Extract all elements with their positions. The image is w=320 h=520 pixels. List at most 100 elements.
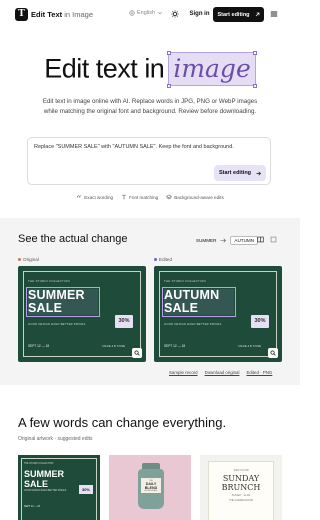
feature-font-matching: Font matching bbox=[121, 194, 158, 200]
example-thumb-jar[interactable]: THE DAILY BLEND HOUSE ROAST bbox=[109, 455, 191, 520]
change-toggle[interactable]: SUMMER AUTUMN bbox=[196, 236, 259, 245]
sample-record-link[interactable]: Sample record bbox=[169, 370, 198, 375]
poster-line1: SUMMER bbox=[28, 288, 85, 302]
zoom-button[interactable] bbox=[268, 348, 278, 358]
thumb-line2: SALE bbox=[24, 478, 49, 489]
hero-title: Edit text in image bbox=[0, 50, 300, 92]
split-view-icon[interactable] bbox=[257, 236, 264, 243]
brand-bold: Edit Text bbox=[31, 10, 63, 19]
jar-label-bottom: HOUSE ROAST bbox=[144, 490, 158, 492]
jar-illustration: THE DAILY BLEND HOUSE ROAST bbox=[138, 469, 164, 509]
top-nav: T Edit Text in Image English Sign in Sta… bbox=[0, 0, 300, 30]
globe-icon bbox=[129, 10, 135, 16]
arrow-right-icon bbox=[256, 171, 262, 175]
selection-handle bbox=[253, 50, 258, 55]
compare-title: See the actual change bbox=[18, 233, 128, 245]
selection-handle bbox=[253, 83, 258, 88]
edited-dot bbox=[154, 258, 157, 261]
edited-label: Edited bbox=[159, 257, 173, 262]
hero-title-highlight: image bbox=[166, 50, 258, 88]
thumb-dates: SEPT 12 — 18 bbox=[24, 505, 40, 508]
original-caption: Original bbox=[18, 257, 39, 262]
compare-links: Sample record Download original Edited ·… bbox=[169, 370, 272, 375]
brunch-line2: BRUNCH bbox=[221, 482, 261, 492]
download-original-link[interactable]: Download original bbox=[205, 370, 240, 375]
hero-title-text: Edit text in bbox=[44, 53, 165, 84]
selection-handle bbox=[166, 83, 171, 88]
discount-badge: 30% bbox=[251, 315, 269, 328]
arrow-right-icon bbox=[220, 238, 227, 243]
thumb-line1: SUMMER bbox=[24, 469, 64, 479]
menu-icon[interactable] bbox=[270, 10, 278, 18]
feature-list: Exact wording Font matching Background-a… bbox=[0, 194, 300, 200]
zoom-icon bbox=[270, 350, 276, 356]
jar-label: THE DAILY BLEND HOUSE ROAST bbox=[141, 478, 161, 493]
sun-icon[interactable] bbox=[171, 10, 179, 18]
prompt-start-button[interactable]: Start editing bbox=[214, 165, 266, 181]
feature-label: Font matching bbox=[129, 194, 159, 200]
prompt-start-label: Start editing bbox=[218, 170, 252, 176]
original-label: Original bbox=[23, 257, 39, 262]
poster-footnote: ONLINE & IN STORE bbox=[102, 345, 126, 348]
arrow-up-right-icon bbox=[255, 12, 259, 17]
to-label: AUTUMN bbox=[230, 236, 259, 245]
download-edited-link[interactable]: Edited · PNG bbox=[246, 370, 272, 375]
text-icon bbox=[122, 194, 126, 200]
poster-line2: SALE bbox=[28, 301, 63, 315]
single-view-icon[interactable] bbox=[270, 236, 277, 243]
prompt-box[interactable]: Replace "SUMMER SALE" with "AUTUMN SALE"… bbox=[27, 137, 271, 185]
logo-icon[interactable]: T bbox=[15, 8, 28, 21]
edited-caption: Edited bbox=[154, 257, 172, 262]
language-label: English bbox=[137, 10, 156, 16]
poster-line1: AUTUMN bbox=[164, 288, 220, 302]
brunch-headline: SUNDAY BRUNCH bbox=[209, 474, 273, 492]
hero-description: Edit text in image online with AI. Repla… bbox=[42, 98, 258, 115]
feature-label: Background-aware edits bbox=[174, 194, 224, 200]
view-toggle[interactable] bbox=[257, 236, 277, 243]
example-thumb-brunch[interactable]: JOIN US FOR SUNDAY BRUNCH SUNDAY · 11 AM … bbox=[200, 455, 282, 520]
start-editing-button[interactable]: Start editing bbox=[213, 7, 264, 22]
quote-icon bbox=[77, 195, 82, 198]
brunch-card: JOIN US FOR SUNDAY BRUNCH SUNDAY · 11 AM … bbox=[208, 461, 274, 520]
poster-line2: SALE bbox=[164, 301, 199, 315]
edited-poster[interactable]: THE STUDIO COLLECTION AUTUMN SALE 30% GOO… bbox=[154, 266, 282, 362]
poster-dates: SEPT 12 — 18 bbox=[164, 344, 186, 348]
section-subtitle: Original artwork · suggested edits bbox=[18, 436, 93, 442]
poster-headline: SUMMER SALE bbox=[26, 287, 100, 317]
poster-collection: THE STUDIO COLLECTION bbox=[164, 279, 206, 283]
chevron-down-icon bbox=[157, 11, 163, 15]
discount-badge: 30% bbox=[115, 315, 133, 328]
poster-footnote: ONLINE & IN STORE bbox=[238, 345, 262, 348]
from-label: SUMMER bbox=[196, 238, 217, 243]
poster-collection: THE STUDIO COLLECTION bbox=[28, 279, 70, 283]
signin-button[interactable]: Sign in bbox=[187, 7, 212, 21]
layers-icon bbox=[166, 194, 173, 200]
brand-name[interactable]: Edit Text in Image bbox=[31, 9, 93, 20]
thumb-badge: 30% bbox=[79, 485, 93, 494]
thumb-headline: SUMMER SALE bbox=[24, 469, 64, 489]
thumb-collection: THE STUDIO COLLECTION bbox=[24, 463, 54, 465]
feature-label: Exact wording bbox=[84, 194, 114, 200]
poster-dates: SEPT 12 — 18 bbox=[28, 344, 50, 348]
feature-exact-wording: Exact wording bbox=[76, 194, 113, 200]
poster-subline: GOOD DESIGN EVEN BETTER PRICES bbox=[28, 322, 86, 326]
poster-headline: AUTUMN SALE bbox=[162, 287, 236, 317]
brunch-venue: THE GARDEN ROOM bbox=[229, 499, 253, 502]
zoom-icon bbox=[134, 350, 140, 356]
prompt-input[interactable]: Replace "SUMMER SALE" with "AUTUMN SALE"… bbox=[34, 144, 234, 150]
start-editing-label: Start editing bbox=[217, 11, 250, 18]
language-selector[interactable]: English bbox=[129, 10, 163, 16]
brunch-top: JOIN US FOR bbox=[233, 469, 249, 472]
poster-subline: GOOD DESIGN EVEN BETTER PRICES bbox=[164, 322, 222, 326]
example-thumb-sale[interactable]: THE STUDIO COLLECTION SUMMER SALE 30% GOO… bbox=[18, 455, 100, 520]
brand-rest: in Image bbox=[64, 10, 93, 19]
original-dot bbox=[18, 258, 21, 261]
zoom-button[interactable] bbox=[132, 348, 142, 358]
section-title: A few words can change everything. bbox=[18, 415, 227, 430]
thumb-subline: GOOD DESIGN EVEN BETTER PRICES bbox=[24, 490, 67, 492]
selection-handle bbox=[166, 50, 171, 55]
brunch-detail: SUNDAY · 11 AM bbox=[231, 494, 251, 497]
feature-background-aware: Background-aware edits bbox=[166, 194, 224, 200]
hero-highlight-text: image bbox=[173, 54, 251, 83]
original-poster[interactable]: THE STUDIO COLLECTION SUMMER SALE 30% GOO… bbox=[18, 266, 146, 362]
